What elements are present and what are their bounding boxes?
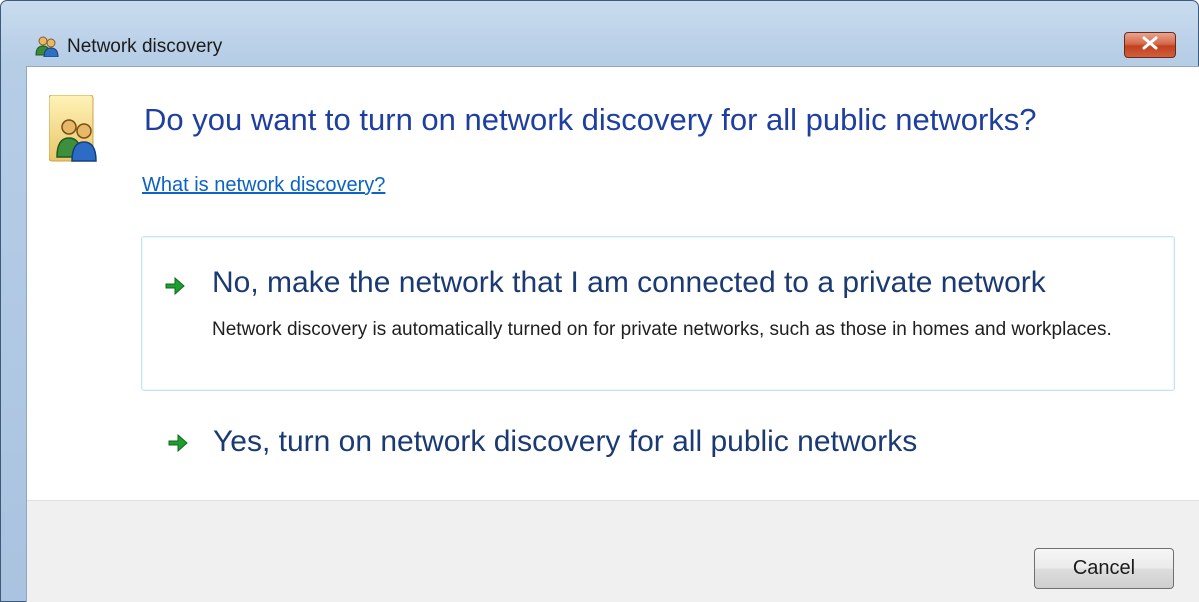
- network-users-icon: [48, 94, 103, 167]
- option-title: Yes, turn on network discovery for all p…: [213, 425, 918, 458]
- dialog-footer: Cancel: [27, 500, 1199, 602]
- close-button[interactable]: [1124, 32, 1176, 58]
- dialog-window: Network discovery Do you want to turn on…: [0, 0, 1199, 602]
- option-title: No, make the network that I am connected…: [212, 266, 1046, 299]
- dialog-question: Do you want to turn on network discovery…: [144, 102, 1037, 137]
- option-public-network[interactable]: Yes, turn on network discovery for all p…: [141, 406, 1175, 476]
- green-arrow-icon: [167, 432, 189, 454]
- window-title: Network discovery: [67, 36, 223, 57]
- help-link[interactable]: What is network discovery?: [142, 174, 385, 197]
- option-description: Network discovery is automatically turne…: [212, 319, 1112, 340]
- close-icon: [1141, 36, 1159, 55]
- dialog-content: Do you want to turn on network discovery…: [26, 66, 1199, 602]
- option-private-network[interactable]: No, make the network that I am connected…: [141, 236, 1175, 391]
- cancel-button[interactable]: Cancel: [1034, 548, 1174, 589]
- green-arrow-icon: [164, 275, 186, 297]
- network-users-icon: [35, 35, 59, 58]
